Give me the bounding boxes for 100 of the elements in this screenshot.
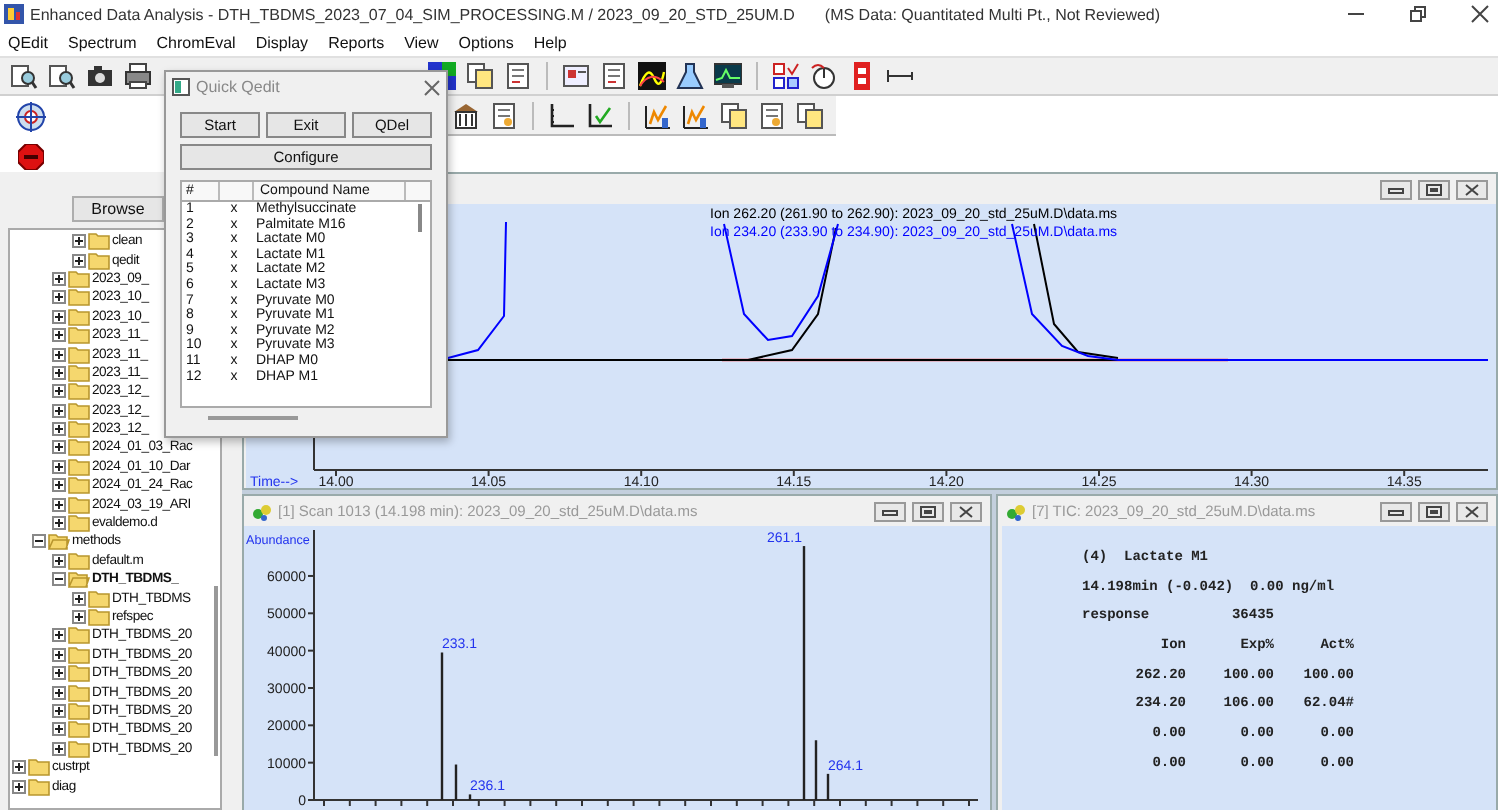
menu-item[interactable]: ChromEval xyxy=(156,33,236,51)
folder-icon xyxy=(68,269,90,288)
menu-item[interactable]: View xyxy=(404,33,439,51)
expander-icon[interactable] xyxy=(52,347,66,362)
expander-icon[interactable] xyxy=(52,685,66,700)
magnifier-icon[interactable] xyxy=(10,62,38,90)
expander-icon[interactable] xyxy=(52,516,66,531)
expander-icon[interactable] xyxy=(52,703,66,718)
expander-icon[interactable] xyxy=(52,722,66,737)
expander-icon[interactable] xyxy=(52,309,66,324)
expander-icon[interactable] xyxy=(52,647,66,662)
checklist-icon[interactable] xyxy=(772,62,800,90)
minimize-icon xyxy=(882,505,898,517)
folder-icon xyxy=(68,326,90,345)
expander-icon[interactable] xyxy=(52,290,66,305)
folder-icon xyxy=(68,382,90,401)
folder-icon xyxy=(68,626,90,645)
minimize-button[interactable] xyxy=(1380,501,1412,521)
maximize-button[interactable] xyxy=(912,501,944,521)
expander-icon[interactable] xyxy=(52,271,66,286)
folder-icon xyxy=(68,720,90,739)
data-status: (MS Data: Quantitated Multi Pt., Not Reviewed) xyxy=(824,5,1161,23)
expander-icon[interactable] xyxy=(52,384,66,399)
maximize-icon xyxy=(920,505,936,517)
menu-item[interactable]: Options xyxy=(458,33,514,51)
folder-icon xyxy=(68,701,90,720)
folder-icon xyxy=(88,589,110,608)
minimize-button[interactable] xyxy=(1380,179,1412,199)
camera-icon[interactable] xyxy=(86,62,114,90)
card-icon[interactable] xyxy=(562,62,590,90)
axis-icon[interactable] xyxy=(548,101,576,129)
close-icon[interactable] xyxy=(1470,4,1490,24)
magnifier-icon[interactable] xyxy=(48,62,76,90)
expander-icon[interactable] xyxy=(52,403,66,418)
expander-icon[interactable] xyxy=(52,666,66,681)
marker-icon[interactable] xyxy=(848,62,876,90)
chart-icon[interactable] xyxy=(638,62,666,90)
close-icon[interactable] xyxy=(424,79,440,95)
chart-icon[interactable] xyxy=(644,101,672,129)
expander-icon[interactable] xyxy=(72,234,86,249)
expander-icon[interactable] xyxy=(52,628,66,643)
expander-icon[interactable] xyxy=(72,591,86,606)
minimize-icon xyxy=(1388,183,1404,195)
folder-icon xyxy=(88,232,110,251)
maximize-button[interactable] xyxy=(1418,179,1450,199)
expander-icon[interactable] xyxy=(32,534,46,549)
maximize-button[interactable] xyxy=(1418,501,1450,521)
minimize-icon xyxy=(1388,505,1404,517)
monitor-icon[interactable] xyxy=(714,62,742,90)
folder-icon xyxy=(68,401,90,420)
document-icon[interactable] xyxy=(490,101,518,129)
menu-item[interactable]: Display xyxy=(255,33,309,51)
expander-icon[interactable] xyxy=(12,779,26,794)
document-icon[interactable] xyxy=(504,62,532,90)
expander-icon[interactable] xyxy=(52,497,66,512)
browse-button[interactable]: Browse xyxy=(72,196,164,222)
expander-icon[interactable] xyxy=(72,610,86,624)
copy-icon[interactable] xyxy=(466,62,494,90)
restore-icon[interactable] xyxy=(1408,4,1428,24)
expander-icon[interactable] xyxy=(52,478,66,493)
document-icon[interactable] xyxy=(600,62,628,90)
flask-icon[interactable] xyxy=(676,62,704,90)
spectrum-icon xyxy=(1006,501,1026,521)
copy-icon[interactable] xyxy=(796,101,824,129)
expander-icon[interactable] xyxy=(12,760,26,775)
chart-icon[interactable] xyxy=(682,101,710,129)
close-icon xyxy=(1464,183,1480,195)
expander-icon[interactable] xyxy=(52,572,66,587)
expander-icon[interactable] xyxy=(52,459,66,474)
menu-item[interactable]: Reports xyxy=(328,33,385,51)
scrollbar-thumb[interactable] xyxy=(214,586,218,756)
expander-icon[interactable] xyxy=(52,741,66,756)
menu-item[interactable]: QEdit xyxy=(8,33,49,51)
folder-icon xyxy=(88,251,110,270)
target-icon[interactable] xyxy=(15,102,45,132)
minimize-button[interactable] xyxy=(874,501,906,521)
scrollbar-thumb[interactable] xyxy=(418,204,422,232)
expander-icon[interactable] xyxy=(52,440,66,455)
axis-check-icon[interactable] xyxy=(586,101,614,129)
document-icon[interactable] xyxy=(758,101,786,129)
close-button[interactable] xyxy=(1456,501,1488,521)
expander-icon[interactable] xyxy=(52,365,66,380)
building-icon[interactable] xyxy=(452,101,480,129)
expander-icon[interactable] xyxy=(52,422,66,437)
folder-icon xyxy=(68,420,90,439)
scrollbar-thumb[interactable] xyxy=(208,416,298,420)
expander-icon[interactable] xyxy=(52,328,66,343)
menu-item[interactable]: Help xyxy=(533,33,567,51)
folder-icon xyxy=(68,570,90,589)
maximize-icon xyxy=(1426,505,1442,517)
copy-icon[interactable] xyxy=(720,101,748,129)
printer-icon[interactable] xyxy=(124,62,152,90)
expander-icon[interactable] xyxy=(72,253,86,268)
close-button[interactable] xyxy=(1456,179,1488,199)
folder-icon xyxy=(68,457,90,476)
stop-icon[interactable] xyxy=(17,144,43,170)
menu-item[interactable]: Spectrum xyxy=(68,33,137,51)
folder-icon xyxy=(68,307,90,326)
expander-icon[interactable] xyxy=(52,553,66,568)
close-button[interactable] xyxy=(950,501,982,521)
